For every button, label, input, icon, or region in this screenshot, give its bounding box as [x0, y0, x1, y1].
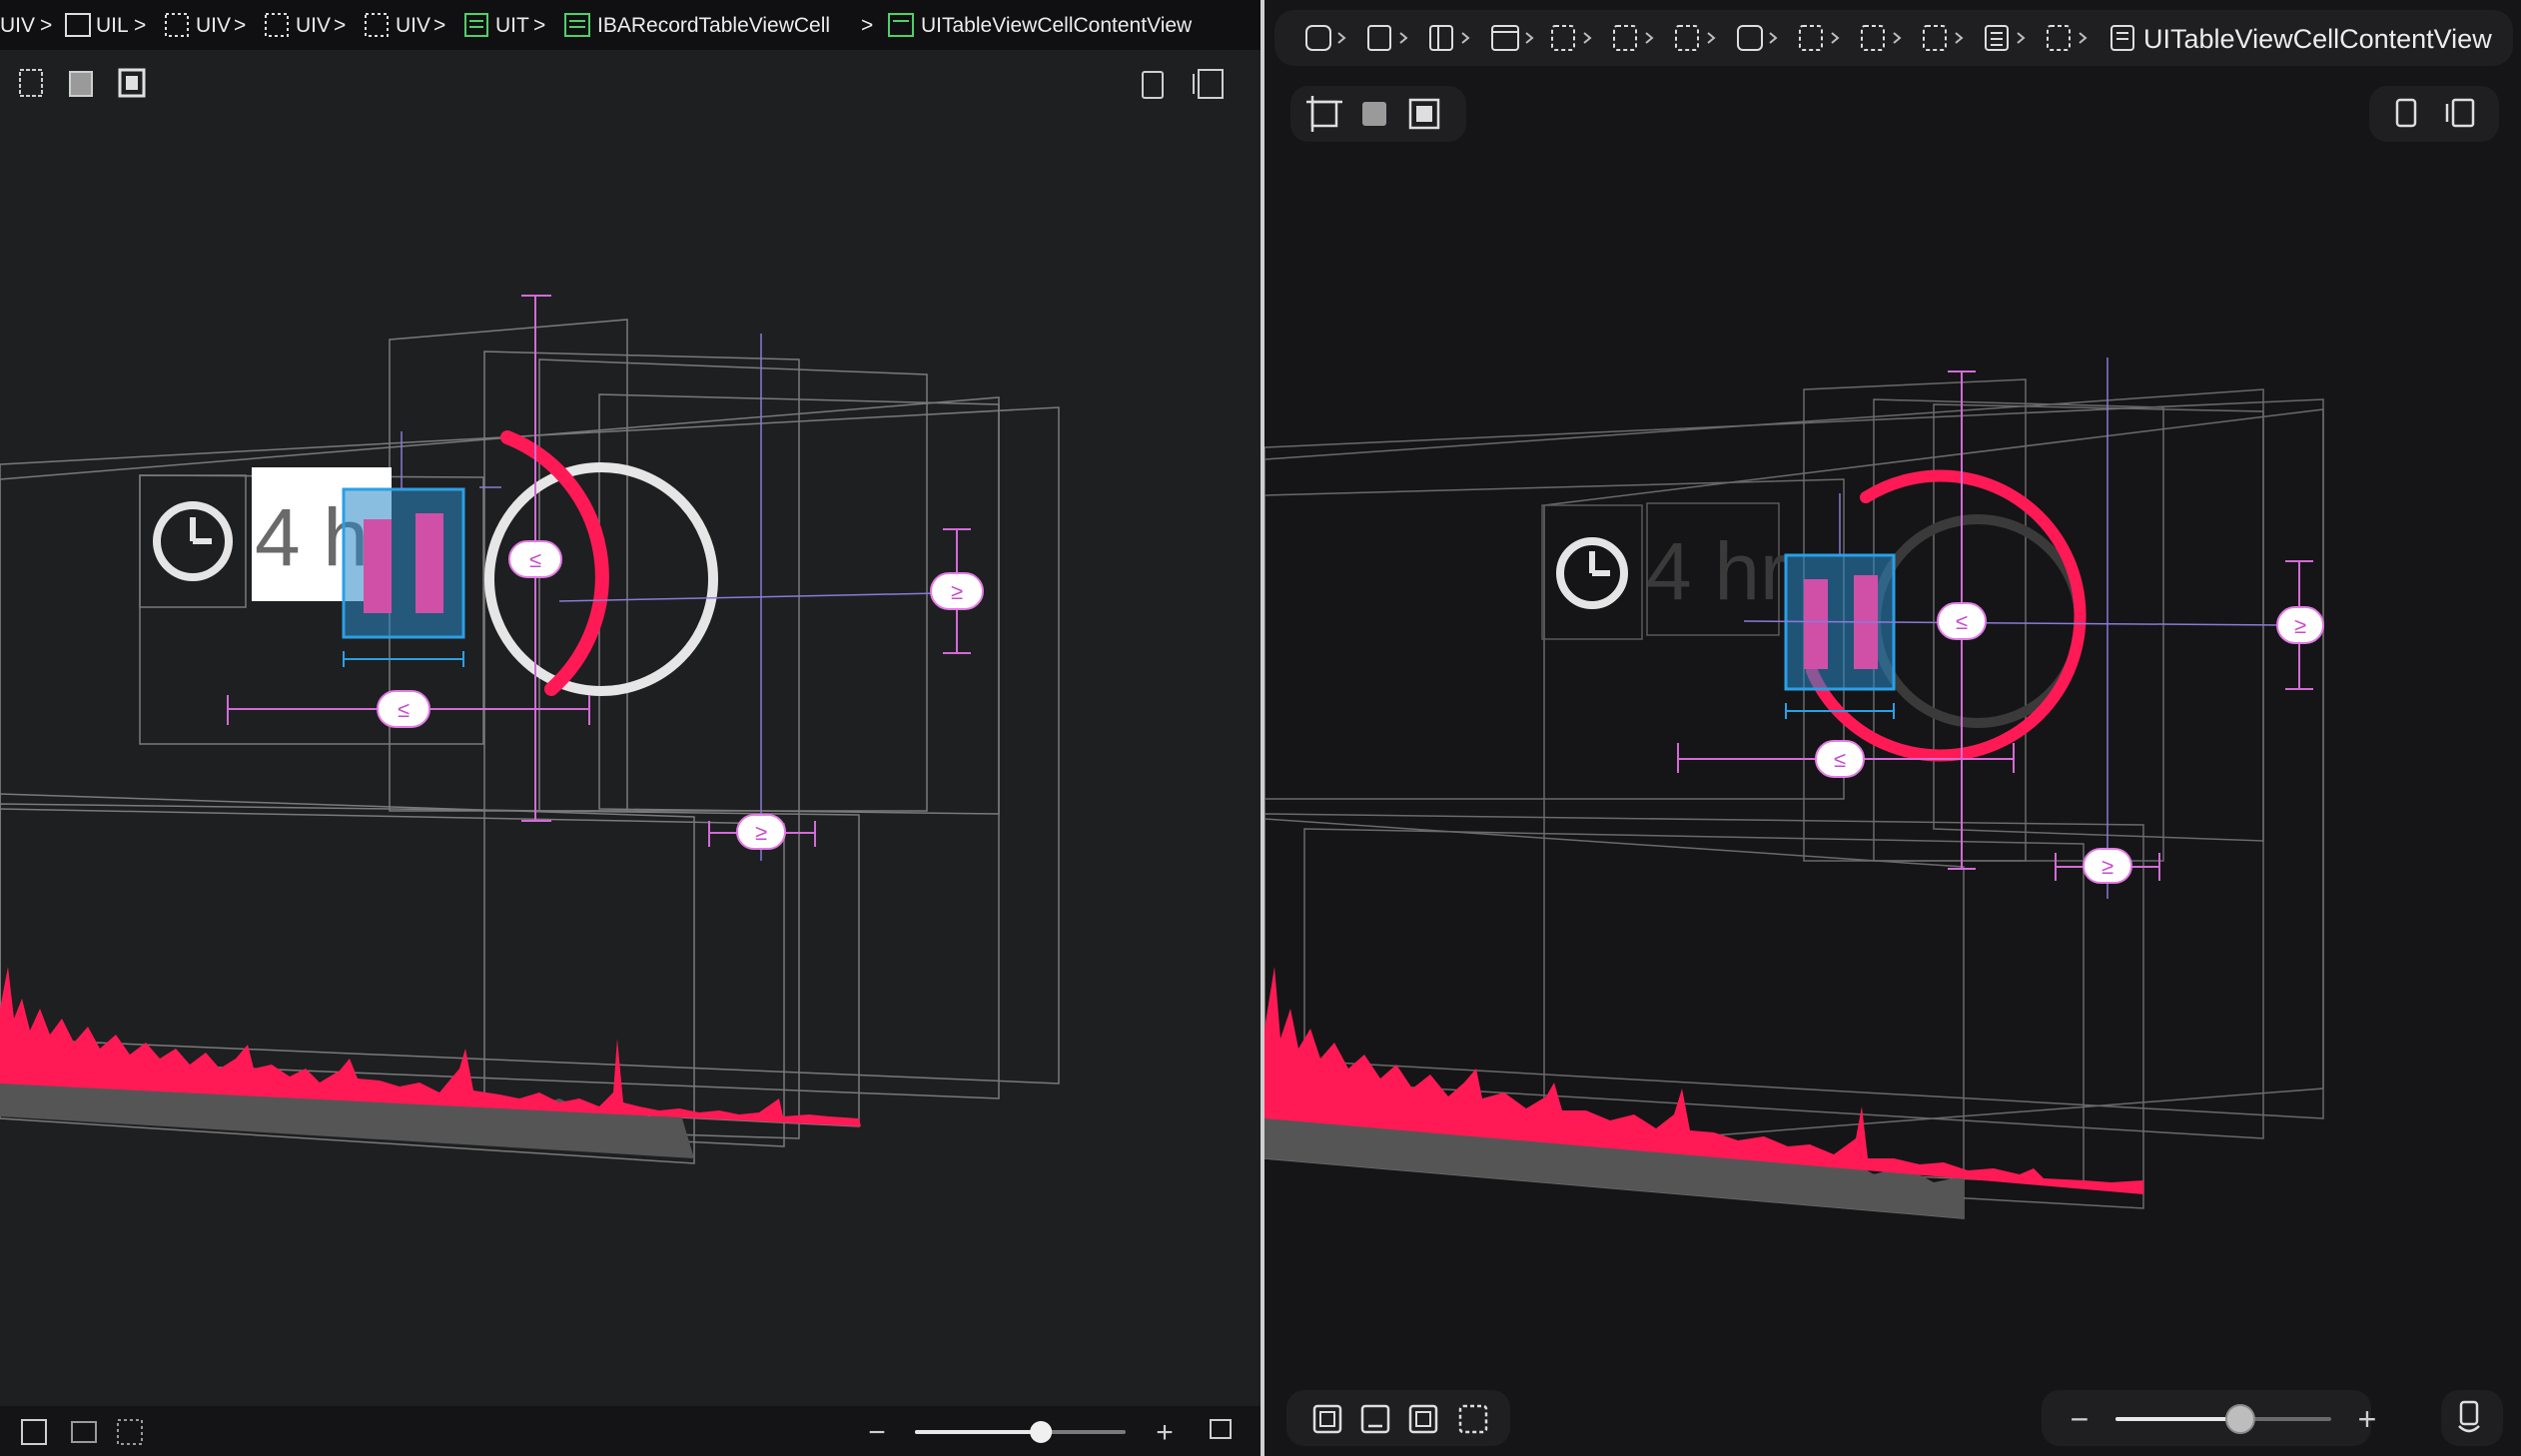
- left-constraint-badge-3[interactable]: ≤: [377, 690, 430, 728]
- fill-icon[interactable]: [1362, 102, 1386, 126]
- crumb-uiv-4[interactable]: UIV: [396, 14, 430, 37]
- left-top-toolbar: [19, 68, 1224, 99]
- svg-text:≥: ≥: [755, 820, 767, 845]
- svg-text:>: >: [234, 14, 246, 37]
- svg-text:≤: ≤: [529, 547, 541, 572]
- svg-text:>: >: [334, 14, 346, 37]
- right-constraint-badge-2[interactable]: ≥: [2276, 606, 2324, 644]
- svg-text:≤: ≤: [398, 697, 410, 722]
- right-time-label: 4 hr: [1646, 526, 1787, 617]
- crumb-uiv-3[interactable]: UIV: [296, 14, 331, 37]
- crumb-uil[interactable]: UIL: [96, 14, 129, 37]
- left-guide-lines: [401, 334, 940, 861]
- left-constraint-badge-2[interactable]: ≥: [930, 572, 984, 610]
- svg-text:≤: ≤: [1956, 609, 1968, 634]
- zoom-in-button[interactable]: +: [1156, 1416, 1174, 1449]
- svg-text:≤: ≤: [1834, 747, 1846, 772]
- left-canvas-svg: UIV > UIL > UIV > UIV > UIV > UIT > IBAR…: [0, 0, 1260, 1456]
- crumb-content-view[interactable]: UITableViewCellContentView: [921, 14, 1193, 37]
- right-layout-options-group: [2369, 86, 2499, 142]
- zoom-out-button[interactable]: −: [868, 1416, 886, 1449]
- device-icon[interactable]: [1142, 71, 1164, 99]
- clipping-icon[interactable]: [19, 69, 43, 97]
- crumb-uiv-1[interactable]: UIV: [0, 14, 35, 37]
- left-pause-button-selected[interactable]: [342, 487, 465, 667]
- crumb-uit[interactable]: UIT: [495, 14, 529, 37]
- svg-text:≥: ≥: [2294, 613, 2306, 638]
- svg-text:>: >: [861, 14, 873, 37]
- right-constraint-badge-1[interactable]: ≤: [1937, 602, 1987, 640]
- svg-text:>: >: [134, 14, 146, 37]
- zoom-out-button[interactable]: −: [2071, 1401, 2090, 1437]
- svg-text:>: >: [533, 14, 545, 37]
- right-orientation-group: [2441, 1390, 2503, 1446]
- right-constraint-badge-3[interactable]: ≤: [1815, 740, 1865, 778]
- zoom-slider-knob[interactable]: [2224, 1404, 2255, 1434]
- right-crumb-content-view[interactable]: UITableViewCellContentView: [2143, 24, 2492, 54]
- right-constraints: [1677, 370, 2313, 881]
- right-view-debugger: UITableViewCellContentView 4 hr ≤ ≥ ≤ ≥ …: [1264, 0, 2521, 1456]
- svg-text:>: >: [433, 14, 445, 37]
- left-view-debugger: UIV > UIL > UIV > UIV > UIV > UIT > IBAR…: [0, 0, 1260, 1456]
- left-constraint-badge-4[interactable]: ≥: [736, 814, 786, 850]
- svg-text:≥: ≥: [951, 579, 963, 604]
- svg-text:≥: ≥: [2101, 854, 2113, 879]
- zoom-slider-knob[interactable]: [1030, 1421, 1053, 1443]
- zoom-in-button[interactable]: +: [2358, 1401, 2377, 1437]
- right-canvas-svg: UITableViewCellContentView 4 hr ≤ ≥ ≤ ≥ …: [1264, 10, 2513, 1446]
- left-clock-icon: [153, 501, 233, 581]
- right-constraint-badge-4[interactable]: ≥: [2083, 848, 2132, 884]
- left-constraint-badge-1[interactable]: ≤: [508, 540, 562, 578]
- svg-text:>: >: [40, 14, 52, 37]
- layers-icon[interactable]: [1198, 69, 1224, 99]
- right-clock-icon: [1541, 504, 1643, 640]
- crumb-record-cell[interactable]: IBARecordTableViewCell: [597, 14, 830, 37]
- right-pause-button-selected[interactable]: [1784, 553, 1896, 719]
- fill-icon[interactable]: [69, 71, 93, 97]
- crumb-uiv-2[interactable]: UIV: [196, 14, 231, 37]
